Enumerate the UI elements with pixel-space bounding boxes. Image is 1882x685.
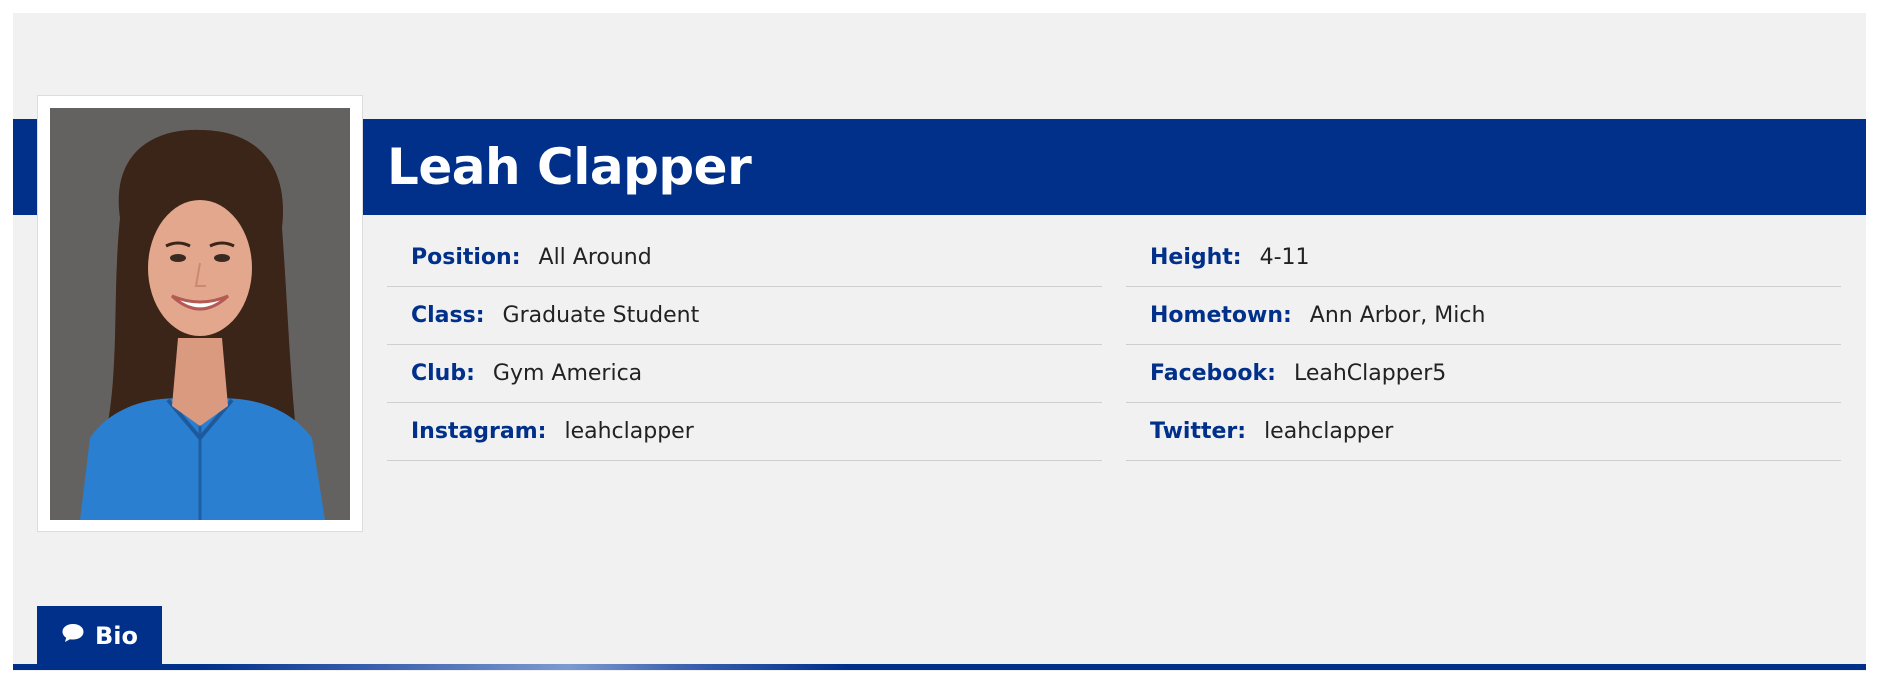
detail-label: Facebook: xyxy=(1150,361,1276,386)
detail-row-facebook: Facebook: LeahClapper5 xyxy=(1126,345,1841,403)
player-name: Leah Clapper xyxy=(387,138,752,196)
player-photo xyxy=(50,108,350,520)
detail-value: 4-11 xyxy=(1259,245,1310,270)
detail-label: Twitter: xyxy=(1150,419,1247,444)
detail-label: Height: xyxy=(1150,245,1242,270)
detail-row-club: Club: Gym America xyxy=(387,345,1102,403)
detail-row-hometown: Hometown: Ann Arbor, Mich xyxy=(1126,287,1841,345)
detail-row-position: Position: All Around xyxy=(387,229,1102,287)
facebook-handle[interactable]: LeahClapper5 xyxy=(1294,361,1446,386)
tab-bio[interactable]: Bio xyxy=(37,606,162,666)
detail-value: Gym America xyxy=(492,361,643,386)
details-right-column: Height: 4-11 Hometown: Ann Arbor, Mich F… xyxy=(1126,229,1841,461)
detail-label: Position: xyxy=(411,245,521,270)
detail-label: Instagram: xyxy=(411,419,547,444)
instagram-handle[interactable]: leahclapper xyxy=(564,419,693,444)
tab-underline xyxy=(13,664,1866,670)
comment-icon xyxy=(61,622,85,650)
detail-value: Graduate Student xyxy=(502,303,700,328)
detail-label: Club: xyxy=(411,361,475,386)
detail-value: Ann Arbor, Mich xyxy=(1309,303,1486,328)
detail-label: Hometown: xyxy=(1150,303,1292,328)
player-photo-frame xyxy=(37,95,363,532)
detail-value: All Around xyxy=(538,245,652,270)
detail-row-height: Height: 4-11 xyxy=(1126,229,1841,287)
details-left-column: Position: All Around Class: Graduate Stu… xyxy=(387,229,1102,461)
detail-row-class: Class: Graduate Student xyxy=(387,287,1102,345)
detail-label: Class: xyxy=(411,303,485,328)
twitter-handle[interactable]: leahclapper xyxy=(1264,419,1393,444)
tab-bio-label: Bio xyxy=(94,622,138,650)
detail-row-twitter: Twitter: leahclapper xyxy=(1126,403,1841,461)
detail-row-instagram: Instagram: leahclapper xyxy=(387,403,1102,461)
